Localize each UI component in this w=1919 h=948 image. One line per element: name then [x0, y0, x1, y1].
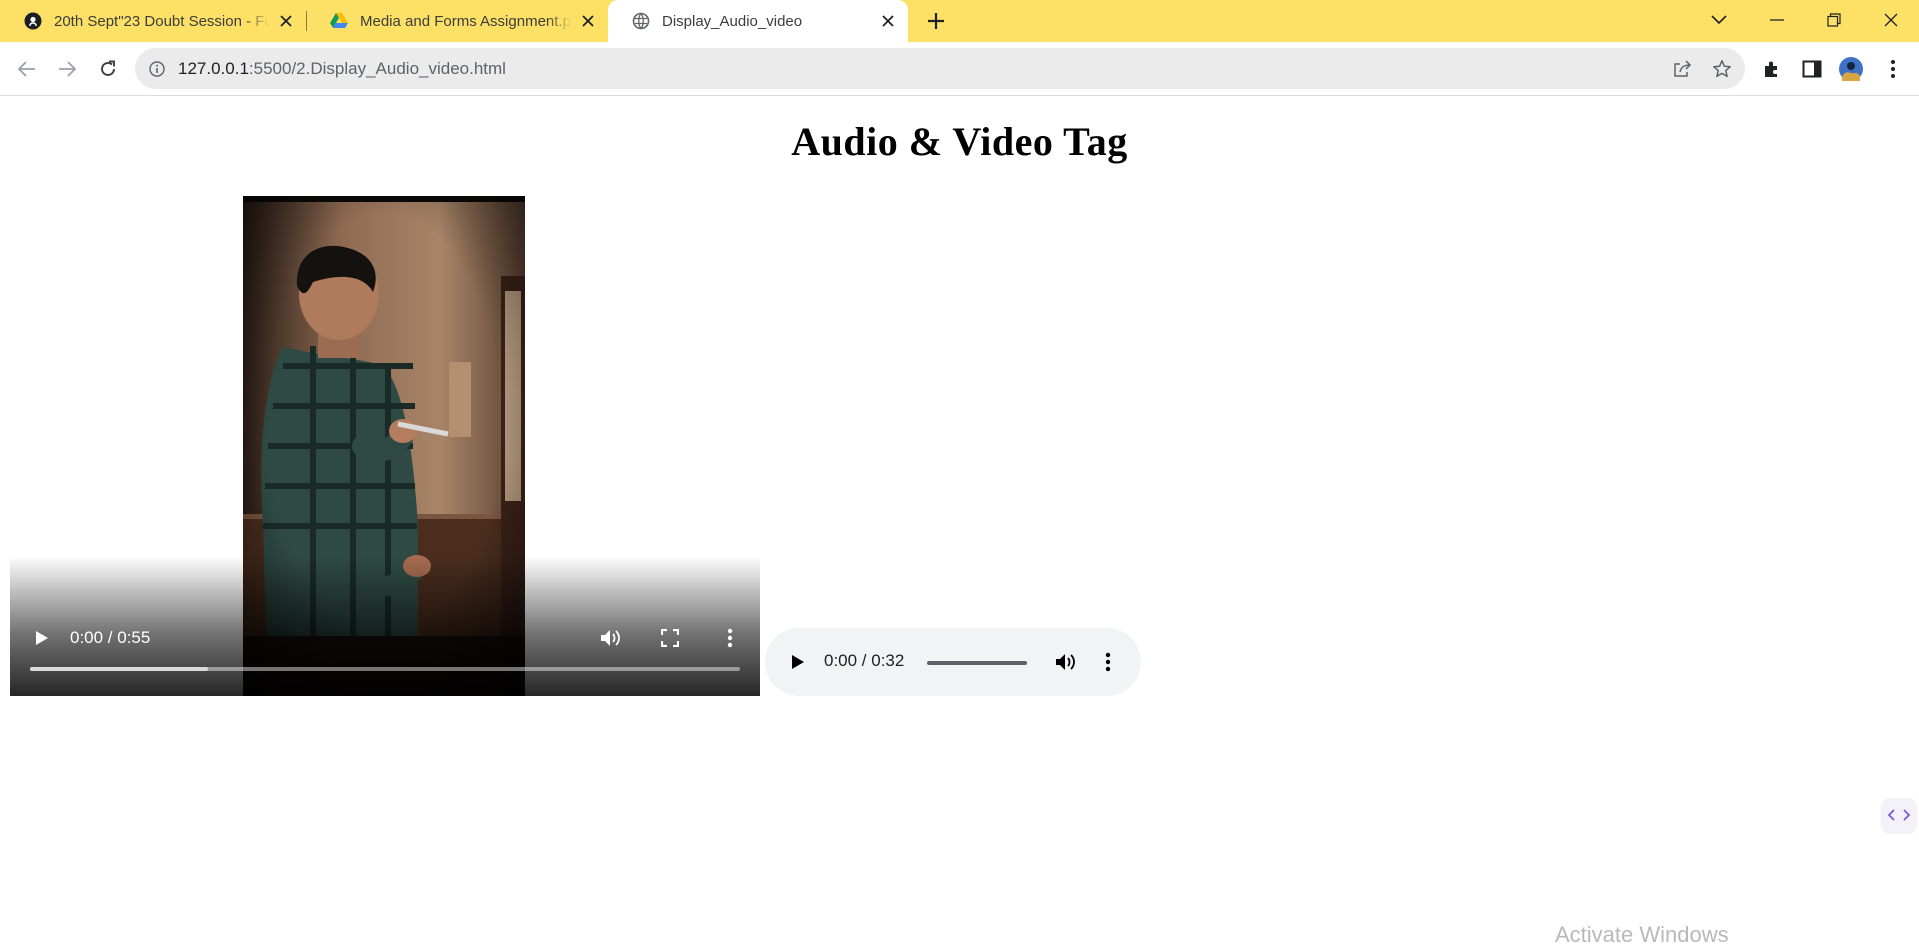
volume-icon[interactable] [598, 625, 624, 651]
video-progress-bar[interactable] [30, 667, 740, 671]
url-path: :5500/2.Display_Audio_video.html [248, 59, 506, 78]
more-menu-icon[interactable] [1881, 57, 1905, 81]
tab-title: Media and Forms Assignment.pdf [360, 12, 572, 30]
more-options-icon[interactable] [717, 625, 743, 651]
tab-title: Display_Audio_video [662, 12, 803, 30]
audio-player[interactable]: 0:00 / 0:32 [765, 628, 1141, 696]
forward-button[interactable] [52, 54, 82, 84]
audio-time: 0:00 / 0:32 [824, 651, 905, 670]
restore-button[interactable] [1809, 0, 1859, 40]
video-controls-overlay [10, 556, 760, 696]
code-icon [1888, 809, 1910, 821]
site-info-icon[interactable] [147, 59, 167, 79]
windows-activation-watermark: Activate Windows [1555, 922, 1729, 947]
reload-button[interactable] [93, 54, 123, 84]
new-tab-button[interactable] [924, 9, 948, 33]
play-icon[interactable] [29, 625, 55, 651]
bookmark-star-icon[interactable] [1711, 58, 1733, 80]
tab-media-forms[interactable]: Media and Forms Assignment.pdf [306, 0, 608, 42]
browser-toolbar: 127.0.0.1:5500/2.Display_Audio_video.htm… [0, 42, 1919, 96]
url-text[interactable]: 127.0.0.1:5500/2.Display_Audio_video.htm… [178, 59, 506, 79]
video-buffered-range [30, 667, 208, 671]
close-icon[interactable] [878, 11, 898, 31]
video-player[interactable]: 0:00 / 0:55 [10, 196, 760, 696]
address-bar[interactable]: 127.0.0.1:5500/2.Display_Audio_video.htm… [135, 48, 1745, 89]
profile-avatar[interactable] [1839, 57, 1863, 81]
tab-search-button[interactable] [1694, 0, 1744, 40]
side-panel-icon[interactable] [1800, 57, 1824, 81]
tab-strip: 20th Sept"23 Doubt Session - Full Media … [0, 0, 1919, 42]
github-icon [24, 12, 42, 30]
audio-progress-bar[interactable] [927, 661, 1027, 665]
tab-doubt-session[interactable]: 20th Sept"23 Doubt Session - Full [0, 0, 306, 42]
close-window-button[interactable] [1866, 0, 1916, 40]
tab-title: 20th Sept"23 Doubt Session - Full [54, 12, 270, 30]
tab-display-audio-video[interactable]: Display_Audio_video [608, 0, 908, 42]
share-icon[interactable] [1671, 58, 1693, 80]
close-icon[interactable] [578, 11, 598, 31]
extension-floating-button[interactable] [1883, 800, 1915, 832]
google-drive-icon [330, 12, 348, 30]
play-icon[interactable] [785, 649, 811, 675]
fullscreen-icon[interactable] [657, 625, 683, 651]
url-host: 127.0.0.1 [178, 59, 249, 78]
video-time: 0:00 / 0:55 [70, 628, 151, 647]
globe-icon [632, 12, 650, 30]
close-icon[interactable] [276, 11, 296, 31]
volume-icon[interactable] [1053, 649, 1079, 675]
minimize-button[interactable] [1752, 0, 1802, 40]
back-button[interactable] [12, 54, 42, 84]
more-options-icon[interactable] [1095, 649, 1121, 675]
page-heading: Audio & Video Tag [791, 119, 1128, 164]
extensions-icon[interactable] [1760, 57, 1784, 81]
